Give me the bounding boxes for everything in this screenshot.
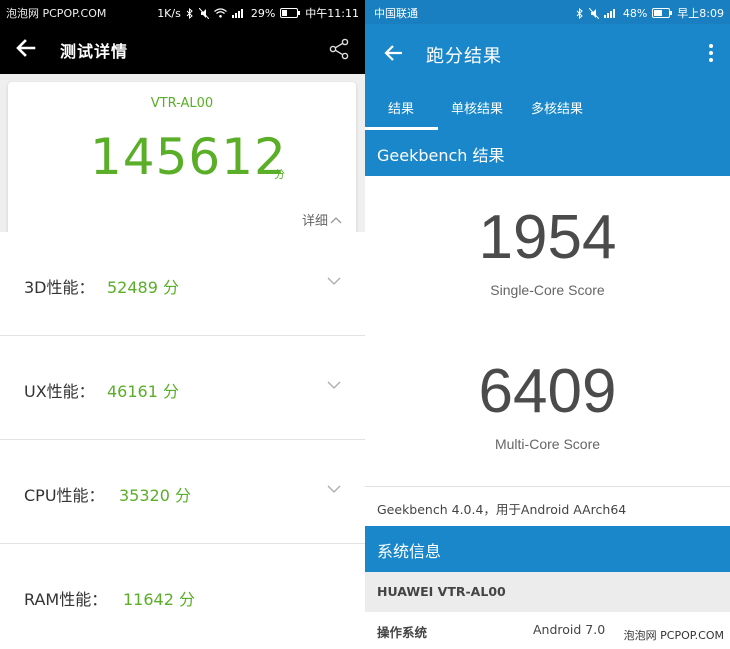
detail-label: 详细 — [301, 214, 328, 229]
signal-icon — [231, 8, 246, 18]
antutu-panel: 泡泡网 PCPOP.COM 1K/s 29% 中午11:11 测试详情 VTR-… — [0, 0, 365, 649]
signal-icon — [603, 8, 618, 18]
page-title: 测试详情 — [60, 42, 129, 61]
bluetooth-icon — [576, 7, 584, 19]
bluetooth-icon — [186, 7, 194, 19]
version-info: Geekbench 4.0.4，用于Android AArch64 — [365, 486, 730, 526]
chevron-down-icon — [327, 380, 341, 390]
clock: 早上8:09 — [677, 7, 724, 20]
chevron-down-icon — [327, 276, 341, 286]
device-model: HUAWEI VTR-AL00 — [377, 584, 506, 599]
chevron-down-icon — [327, 484, 341, 494]
version-text: Geekbench 4.0.4，用于Android AArch64 — [377, 502, 627, 517]
category-row-cpu[interactable]: CPU性能： 35320 分 — [0, 440, 365, 544]
result-tabs: 结果 单核结果 多核结果 — [365, 84, 730, 130]
clock: 中午11:11 — [305, 7, 359, 20]
share-icon[interactable] — [327, 37, 351, 61]
score-section: 1954 Single-Core Score 6409 Multi-Core S… — [365, 176, 730, 486]
geekbench-results-header: Geekbench 结果 — [365, 130, 730, 176]
os-value: Android 7.0 — [533, 622, 606, 637]
detail-toggle[interactable]: 详细 — [302, 210, 342, 229]
geekbench-panel: 中国联通 48% 早上8:09 跑分结果 结果 单核结果 多核结果 Geekbe… — [365, 0, 730, 649]
device-model-row: HUAWEI VTR-AL00 — [365, 572, 730, 612]
tab-results[interactable]: 结果 — [388, 98, 414, 117]
back-arrow-icon[interactable] — [14, 36, 38, 60]
category-value: 11642 分 — [123, 590, 195, 609]
total-score-card: VTR-AL00 145612 分 详细 — [8, 82, 356, 242]
status-icons: 48% 早上8:09 — [576, 5, 724, 21]
category-value: 52489 分 — [107, 278, 179, 297]
system-info-header: 系统信息 — [365, 526, 730, 572]
total-score: 145612 — [90, 128, 287, 186]
single-core-caption: Single-Core Score — [490, 282, 605, 298]
app-bar: 跑分结果 — [365, 24, 730, 84]
category-row-ux[interactable]: UX性能： 46161 分 — [0, 336, 365, 440]
multi-core-score: 6409 — [478, 357, 617, 426]
carrier-name: 中国联通 — [374, 7, 418, 20]
single-core-score: 1954 — [478, 203, 617, 272]
wifi-icon — [213, 8, 227, 18]
mute-icon — [588, 7, 599, 19]
more-vert-icon[interactable] — [708, 42, 714, 64]
category-label: UX性能： — [24, 382, 95, 401]
mute-icon — [198, 7, 209, 19]
watermark: 泡泡网 PCPOP.COM — [623, 629, 724, 642]
multi-core-caption: Multi-Core Score — [494, 436, 601, 452]
device-model: VTR-AL00 — [150, 96, 214, 111]
status-watermark: 泡泡网 PCPOP.COM — [6, 7, 107, 20]
category-row-ram[interactable]: RAM性能： 11642 分 — [0, 544, 365, 648]
battery-level: 29% — [250, 6, 276, 20]
battery-icon — [652, 8, 673, 18]
category-row-3d[interactable]: 3D性能： 52489 分 — [0, 232, 365, 336]
score-unit: 分 — [274, 168, 285, 181]
category-value: 35320 分 — [119, 486, 191, 505]
category-score-list: 3D性能： 52489 分 UX性能： 46161 分 CPU性能： 35320… — [0, 232, 365, 649]
category-label: CPU性能： — [24, 486, 105, 505]
net-speed: 1K/s — [157, 6, 181, 20]
tab-multi-core[interactable]: 多核结果 — [531, 98, 583, 117]
status-bar: 泡泡网 PCPOP.COM 1K/s 29% 中午11:11 — [0, 0, 365, 24]
category-label: RAM性能： — [24, 590, 108, 609]
category-label: 3D性能： — [24, 278, 95, 297]
tab-single-core[interactable]: 单核结果 — [451, 98, 503, 117]
back-arrow-icon[interactable] — [383, 42, 405, 64]
app-bar: 测试详情 — [0, 24, 365, 74]
chevron-up-icon — [330, 216, 342, 224]
page-title: 跑分结果 — [426, 46, 502, 67]
battery-icon — [280, 8, 301, 18]
os-key: 操作系统 — [377, 625, 428, 640]
battery-level: 48% — [622, 6, 648, 20]
section-title: 系统信息 — [377, 542, 442, 561]
section-title: Geekbench 结果 — [377, 146, 505, 165]
status-bar: 中国联通 48% 早上8:09 — [365, 0, 730, 24]
status-icons: 1K/s 29% 中午11:11 — [157, 5, 359, 21]
category-value: 46161 分 — [107, 382, 179, 401]
